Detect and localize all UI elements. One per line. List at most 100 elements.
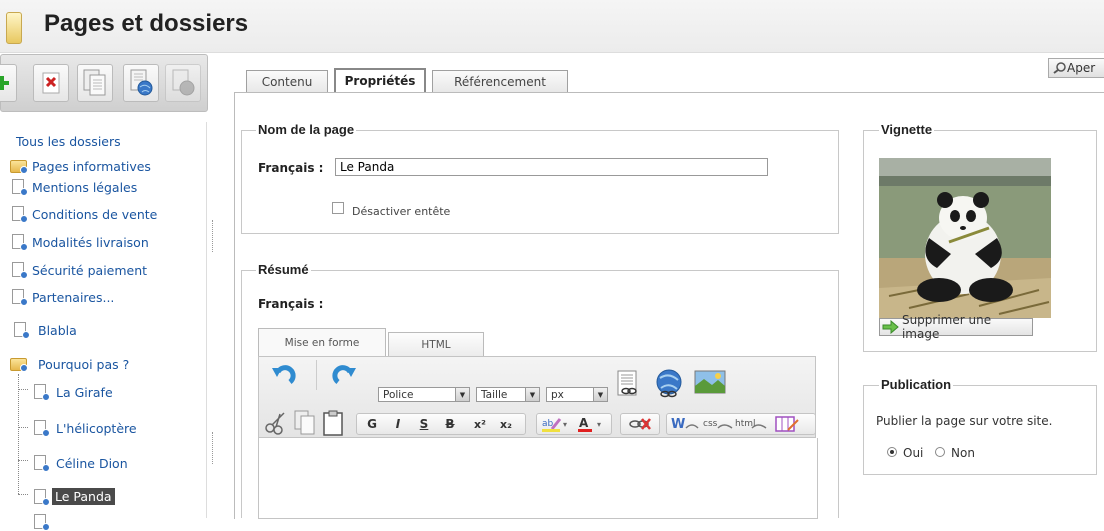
unlink-button[interactable] <box>628 416 654 435</box>
tree-item-label: Sécurité paiement <box>32 262 148 278</box>
link-document-icon <box>617 370 637 396</box>
publish-page-button[interactable] <box>123 64 159 102</box>
page-icon <box>32 514 50 531</box>
italic-button[interactable]: I <box>388 414 408 434</box>
tree-connector <box>18 389 28 391</box>
page-name-fieldset <box>241 130 839 234</box>
unlink-icon <box>629 418 651 430</box>
tree-connector <box>18 494 28 496</box>
paste-button[interactable] <box>322 410 346 439</box>
tree-item-helicoptere[interactable]: L'hélicoptère <box>32 420 137 437</box>
clean-css-button[interactable]: css <box>702 414 734 437</box>
splitter-grip[interactable] <box>212 220 213 252</box>
unit-select[interactable]: px ▼ <box>546 387 608 402</box>
disable-header-checkbox[interactable] <box>332 202 344 214</box>
page-name-lang-label: Français : <box>258 161 324 175</box>
page-title: Pages et dossiers <box>44 10 249 37</box>
editor-tab-html[interactable]: HTML <box>388 332 484 356</box>
unpublish-page-button[interactable] <box>165 64 201 102</box>
page-icon <box>10 262 28 279</box>
preview-label: Aper <box>1067 61 1096 75</box>
font-select[interactable]: Police ▼ <box>378 387 470 402</box>
tree-connector <box>18 460 28 462</box>
tree-item-modalites-livraison[interactable]: Modalités livraison <box>10 234 149 251</box>
preview-button[interactable]: Aper <box>1048 58 1104 78</box>
folder-icon <box>10 158 28 174</box>
page-icon <box>32 488 50 506</box>
tree-item-la-girafe[interactable]: La Girafe <box>32 384 113 401</box>
insert-web-link-button[interactable] <box>654 368 684 401</box>
insert-image-button[interactable] <box>694 370 726 397</box>
thumbnail-image <box>879 158 1051 321</box>
delete-button[interactable] <box>33 64 69 102</box>
editor-tab-format[interactable]: Mise en forme <box>258 328 386 357</box>
panda-photo <box>879 158 1051 318</box>
globe-link-icon <box>656 369 682 398</box>
bold-button[interactable]: G <box>362 414 382 434</box>
tree-item-label: L'hélicoptère <box>56 420 137 436</box>
superscript-button[interactable]: x² <box>470 414 490 434</box>
undo-button[interactable] <box>270 362 298 391</box>
insert-table-button[interactable] <box>774 414 800 437</box>
tree-root-all-folders[interactable]: Tous les dossiers <box>16 134 121 149</box>
tab-proprietes[interactable]: Propriétés <box>334 68 426 92</box>
table-icon <box>775 416 799 432</box>
cut-button[interactable] <box>264 410 288 439</box>
publish-yes-radio[interactable] <box>887 447 897 457</box>
summary-lang-label: Français : <box>258 297 324 311</box>
page-icon <box>12 322 30 339</box>
tree-item-pourquoi-pas[interactable]: Pourquoi pas ? <box>10 356 129 372</box>
copy-page-button[interactable] <box>77 64 113 102</box>
subscript-button[interactable]: x₂ <box>496 414 516 434</box>
tree-item-conditions-vente[interactable]: Conditions de vente <box>10 206 158 223</box>
tree-item-label: Modalités livraison <box>32 234 149 250</box>
tab-contenu[interactable]: Contenu <box>246 70 328 92</box>
thumbnail-legend: Vignette <box>879 122 935 137</box>
svg-text:W: W <box>671 417 685 432</box>
splitter-grip[interactable] <box>212 432 213 464</box>
tree-item-more <box>32 514 54 531</box>
tree-item-label: Céline Dion <box>56 455 128 471</box>
unpublish-page-icon <box>172 69 195 96</box>
image-icon <box>694 370 726 394</box>
tree-item-label: La Girafe <box>56 384 113 400</box>
tree-item-securite-paiement[interactable]: Sécurité paiement <box>10 262 148 279</box>
tree-item-blabla[interactable]: Blabla <box>12 322 77 339</box>
publish-no-radio[interactable] <box>935 447 945 457</box>
tree-item-celine-dion[interactable]: Céline Dion <box>32 455 128 472</box>
tree-item-pages-informatives[interactable]: Pages informatives <box>10 158 151 174</box>
copy-page-icon <box>83 69 106 96</box>
tree-item-label-selected: Le Panda <box>52 488 115 505</box>
paste-word-button[interactable]: W <box>670 414 700 437</box>
tree-item-label: Conditions de vente <box>32 206 158 222</box>
publish-no-label: Non <box>951 446 975 460</box>
tree-item-le-panda[interactable]: Le Panda <box>32 488 115 506</box>
page-icon <box>32 420 50 437</box>
underline-button[interactable]: S <box>414 414 434 434</box>
publication-text: Publier la page sur votre site. <box>876 414 1053 428</box>
tab-referencement[interactable]: Référencement <box>432 70 568 92</box>
size-select-value: Taille <box>481 388 508 401</box>
summary-editor-body[interactable] <box>258 438 818 519</box>
tree-item-label: Pages informatives <box>32 158 151 174</box>
highlight-color-button[interactable]: ab ▾ <box>540 415 572 436</box>
add-button[interactable] <box>0 64 17 102</box>
tree-item-partenaires[interactable]: Partenaires... <box>10 289 114 306</box>
page-name-input[interactable] <box>335 158 768 176</box>
clipboard-icon <box>323 410 343 436</box>
chevron-down-icon: ▼ <box>455 388 469 401</box>
insert-link-button[interactable] <box>616 370 642 401</box>
size-select[interactable]: Taille ▼ <box>476 387 540 402</box>
page-name-legend: Nom de la page <box>256 122 357 137</box>
clean-html-button[interactable]: html <box>734 414 768 437</box>
copy-button[interactable] <box>294 410 316 439</box>
strikethrough-button[interactable]: B <box>440 414 460 434</box>
tree-item-mentions-legales[interactable]: Mentions légales <box>10 179 137 196</box>
svg-text:A: A <box>579 416 589 430</box>
copy-icon <box>294 410 315 435</box>
font-color-button[interactable]: A ▾ <box>576 415 608 436</box>
redo-button[interactable] <box>330 362 358 391</box>
delete-image-button[interactable]: Supprimer une image <box>879 313 1033 341</box>
font-select-value: Police <box>383 388 414 401</box>
delete-icon <box>42 72 60 94</box>
